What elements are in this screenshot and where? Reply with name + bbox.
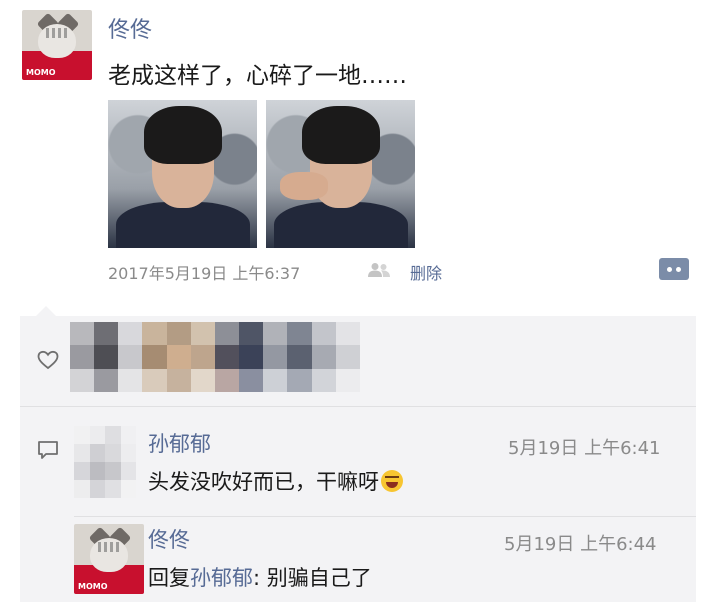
grimace-emoji-icon bbox=[381, 470, 403, 492]
reply-to-name[interactable]: 孙郁郁 bbox=[190, 566, 253, 590]
comment-button-icon[interactable] bbox=[659, 258, 689, 280]
delete-post-link[interactable]: 删除 bbox=[410, 260, 442, 284]
comment-bubble-icon bbox=[38, 441, 58, 459]
comment-2-time: 5月19日 上午6:44 bbox=[504, 534, 657, 555]
reply-author-avatar[interactable]: MOMO bbox=[74, 524, 144, 594]
friends-icon bbox=[368, 263, 390, 277]
comment-divider bbox=[74, 516, 696, 517]
post-photo-2[interactable] bbox=[266, 100, 415, 248]
post-author-avatar[interactable]: MOMO bbox=[22, 10, 92, 80]
reply-prefix: 回复 bbox=[148, 566, 190, 590]
post-photo-1[interactable] bbox=[108, 100, 257, 248]
avatar-brand-text: MOMO bbox=[78, 582, 108, 591]
avatar-brand-text: MOMO bbox=[26, 68, 56, 77]
like-heart-icon bbox=[37, 350, 59, 370]
commenter-avatar-blurred[interactable] bbox=[74, 426, 136, 498]
comment-2-text: : 别骗自己了 bbox=[253, 566, 372, 590]
comment-2-author[interactable]: 佟佟 bbox=[148, 524, 190, 554]
comment-2-text-row[interactable]: 回复孙郁郁: 别骗自己了 bbox=[148, 562, 372, 592]
panel-divider bbox=[20, 406, 696, 407]
post-text: 老成这样了，心碎了一地…… bbox=[108, 63, 407, 89]
comment-1-text: 头发没吹好而已，干嘛呀 bbox=[148, 470, 379, 494]
panel-pointer bbox=[36, 306, 56, 316]
comment-1-text-row[interactable]: 头发没吹好而已，干嘛呀 bbox=[148, 466, 403, 496]
comment-1-time: 5月19日 上午6:41 bbox=[508, 438, 661, 459]
post-timestamp: 2017年5月19日 上午6:37 bbox=[108, 264, 301, 283]
post-author-name[interactable]: 佟佟 bbox=[108, 12, 152, 44]
comment-1-author[interactable]: 孙郁郁 bbox=[148, 428, 211, 458]
likers-avatars-blurred[interactable] bbox=[70, 322, 360, 392]
